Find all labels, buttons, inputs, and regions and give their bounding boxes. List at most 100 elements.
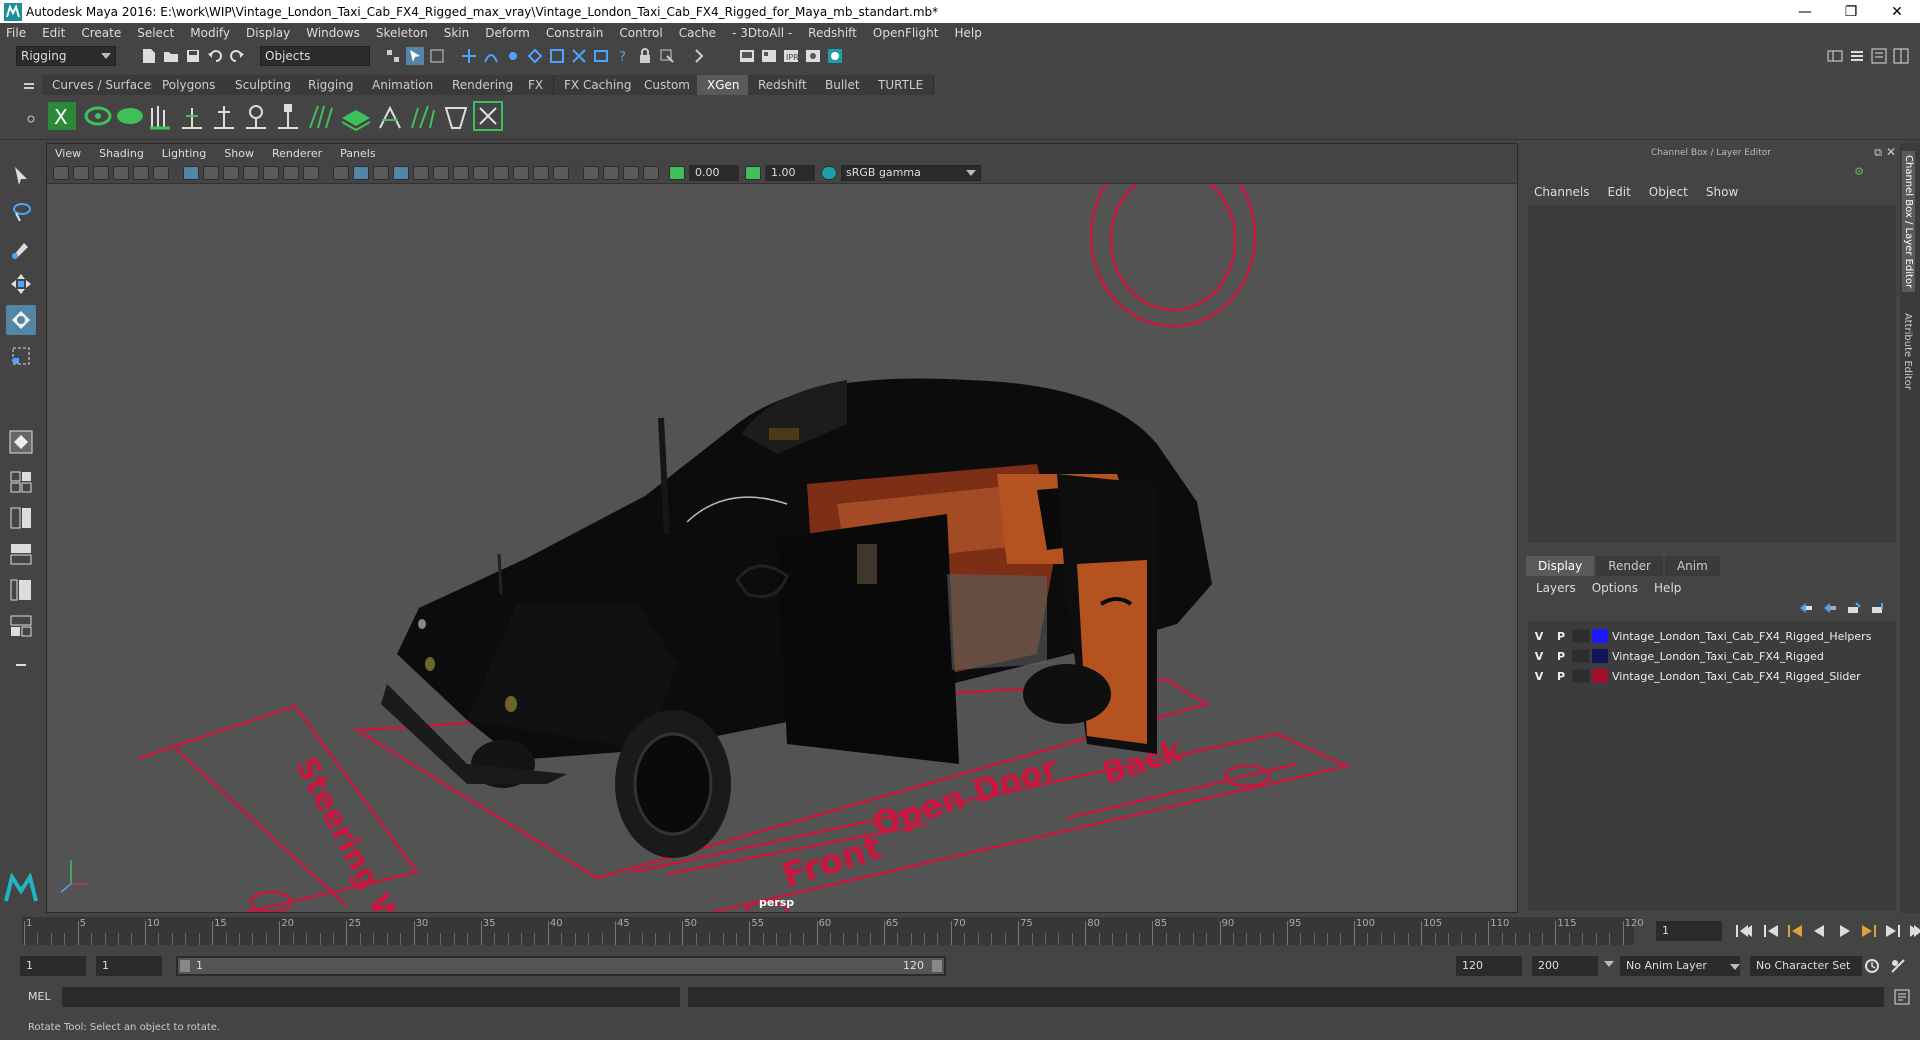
view-transform-dropdown[interactable]: sRGB gamma	[841, 164, 981, 181]
layer-row[interactable]: V P Vintage_London_Taxi_Cab_FX4_Rigged_H…	[1528, 627, 1896, 645]
move-tool-button[interactable]	[6, 269, 36, 299]
range-track[interactable]: 1 120	[176, 956, 946, 976]
film-gate-icon[interactable]	[203, 165, 219, 180]
shelf-tab-curves-surfaces[interactable]: Curves / Surfaces	[42, 75, 169, 95]
input-ops-icon[interactable]	[690, 47, 708, 65]
cb-menu-channels[interactable]: Channels	[1534, 185, 1590, 199]
menu-file[interactable]: File	[6, 26, 26, 40]
grid-toggle-icon[interactable]	[183, 165, 199, 180]
render-view-icon[interactable]	[738, 47, 756, 65]
layer-color-swatch[interactable]	[1592, 669, 1608, 683]
front-back-control[interactable]	[632, 732, 1351, 912]
chevron-down-icon[interactable]	[1730, 962, 1740, 975]
close-button[interactable]: ✕	[1874, 0, 1920, 23]
vp-menu-view[interactable]: View	[55, 147, 81, 160]
rotate-ring-outer[interactable]	[1089, 184, 1257, 328]
resolution-gate-icon[interactable]	[223, 165, 239, 180]
gate-mask-icon[interactable]	[243, 165, 259, 180]
select-component-icon[interactable]	[428, 47, 446, 65]
snap-point-icon[interactable]	[504, 47, 522, 65]
layer-name[interactable]: Vintage_London_Taxi_Cab_FX4_Rigged_Slide…	[1612, 670, 1861, 683]
float-panel-icon[interactable]: ⧉	[1874, 146, 1882, 160]
vp-menu-show[interactable]: Show	[224, 147, 254, 160]
toolbox-more-button[interactable]	[6, 651, 36, 681]
move-layer-down-icon[interactable]	[1822, 601, 1838, 615]
rotate-tool-button[interactable]	[6, 305, 36, 335]
layout-graph-view-button[interactable]	[6, 575, 36, 605]
safe-action-icon[interactable]	[283, 165, 299, 180]
le-menu-layers[interactable]: Layers	[1536, 581, 1576, 595]
save-scene-icon[interactable]	[184, 47, 202, 65]
minimize-button[interactable]: —	[1782, 0, 1828, 23]
undo-icon[interactable]	[206, 47, 224, 65]
menu-select[interactable]: Select	[137, 26, 174, 40]
shelf-tab-bullet[interactable]: Bullet	[815, 75, 871, 95]
toggle-attribute-editor-icon[interactable]	[1848, 47, 1866, 65]
channel-box-options-icon[interactable]: ⚙	[1854, 165, 1864, 178]
image-plane-icon[interactable]	[113, 165, 129, 180]
redo-icon[interactable]	[228, 47, 246, 65]
snap-surface-icon[interactable]	[548, 47, 566, 65]
le-menu-help[interactable]: Help	[1654, 581, 1681, 595]
shelf-tab-rigging[interactable]: Rigging	[298, 75, 365, 95]
frame-all-icon[interactable]	[643, 165, 659, 180]
play-forward-icon[interactable]	[1840, 925, 1850, 937]
layout-persp-outliner-button[interactable]	[6, 611, 36, 641]
menu-control[interactable]: Control	[619, 26, 662, 40]
snap-grid-icon[interactable]	[460, 47, 478, 65]
motion-blur-icon[interactable]	[533, 165, 549, 180]
play-backward-icon[interactable]	[1814, 925, 1824, 937]
isolate-select-icon[interactable]	[583, 165, 599, 180]
history-icon[interactable]	[592, 47, 610, 65]
step-back-icon[interactable]	[1764, 925, 1778, 937]
color-management-icon[interactable]	[821, 165, 837, 180]
menu-set-dropdown[interactable]: Rigging	[16, 46, 116, 66]
menu-cache[interactable]: Cache	[679, 26, 716, 40]
vp-menu-renderer[interactable]: Renderer	[272, 147, 322, 160]
select-tool-icon[interactable]	[658, 47, 676, 65]
time-ruler[interactable]: 1 5 10 15 20 25 30 35 40 45 50 55 60 65 70 75 80 85 90 95 10…	[22, 917, 1644, 945]
layer-name[interactable]: Vintage_London_Taxi_Cab_FX4_Rigged	[1612, 650, 1824, 663]
ipr-render-icon[interactable]: IPR	[782, 47, 800, 65]
cb-menu-edit[interactable]: Edit	[1608, 185, 1631, 199]
restore-button[interactable]: ❐	[1828, 0, 1874, 23]
go-to-start-icon[interactable]	[1736, 925, 1752, 937]
layout-four-view-button[interactable]	[6, 467, 36, 497]
xray-joints-icon[interactable]	[473, 165, 489, 180]
scene-3d[interactable]: Steering Wheel Front Open Door Back	[47, 184, 1518, 913]
shelf-menu-icon[interactable]	[20, 77, 38, 95]
use-lights-icon[interactable]	[413, 165, 429, 180]
tab-anim[interactable]: Anim	[1664, 556, 1720, 576]
make-live-icon[interactable]	[570, 47, 588, 65]
workspace-icon[interactable]	[1826, 47, 1844, 65]
selection-mask-dropdown[interactable]: Objects	[260, 46, 370, 66]
menu-create[interactable]: Create	[81, 26, 121, 40]
menu-edit[interactable]: Edit	[42, 26, 65, 40]
new-layer-selected-icon[interactable]	[1846, 601, 1862, 615]
layer-row[interactable]: V P Vintage_London_Taxi_Cab_FX4_Rigged_S…	[1528, 667, 1896, 685]
channel-box-area[interactable]	[1528, 205, 1896, 543]
smooth-shade-icon[interactable]	[353, 165, 369, 180]
help-icon[interactable]: ?	[614, 47, 632, 65]
layer-name[interactable]: Vintage_London_Taxi_Cab_FX4_Rigged_Helpe…	[1612, 630, 1871, 643]
tab-display[interactable]: Display	[1526, 556, 1595, 576]
shelf-options-icon[interactable]	[22, 110, 40, 128]
menu-skin[interactable]: Skin	[444, 26, 470, 40]
shelf-tab-sculpting[interactable]: Sculpting	[225, 75, 303, 95]
xgen-shelf-icons[interactable]: X	[46, 98, 546, 138]
command-input[interactable]	[62, 987, 680, 1007]
open-scene-icon[interactable]	[162, 47, 180, 65]
menu-deform[interactable]: Deform	[485, 26, 530, 40]
snap-view-plane-icon[interactable]	[526, 47, 544, 65]
layer-playback-toggle[interactable]: P	[1550, 630, 1572, 643]
go-to-end-icon[interactable]	[1910, 925, 1920, 937]
snap-curve-icon[interactable]	[482, 47, 500, 65]
animation-end-field[interactable]: 200	[1532, 956, 1598, 976]
camera-lock-icon[interactable]	[623, 165, 639, 180]
camera-attributes-icon[interactable]	[73, 165, 89, 180]
shelf-tab-redshift[interactable]: Redshift	[748, 75, 818, 95]
scale-tool-button[interactable]	[6, 341, 36, 371]
range-bar[interactable]	[178, 958, 944, 974]
hypershade-icon[interactable]	[826, 47, 844, 65]
range-start-handle[interactable]	[180, 960, 190, 972]
